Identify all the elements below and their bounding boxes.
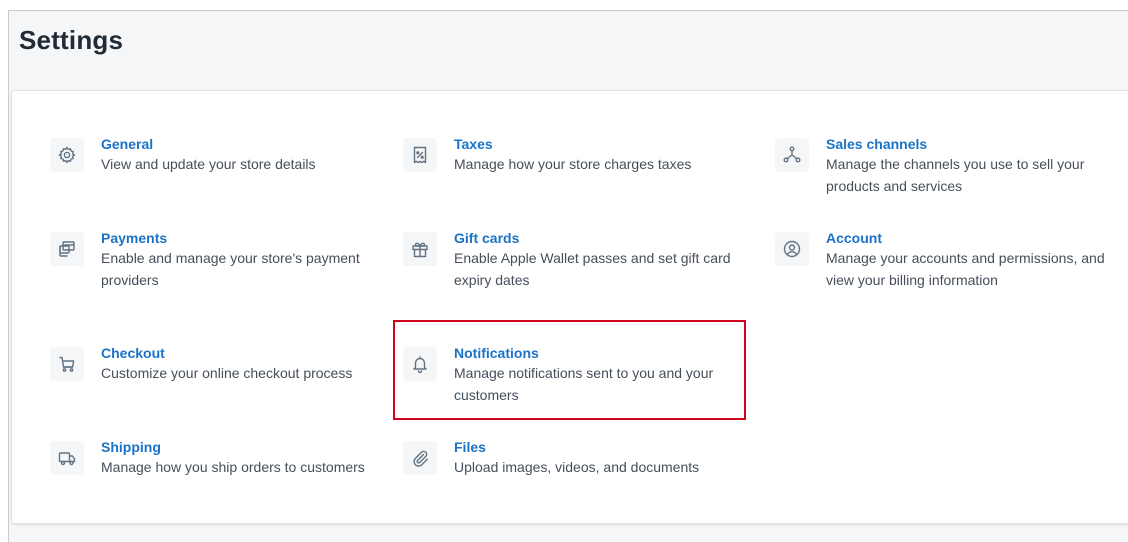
page-title: Settings — [19, 25, 124, 55]
setting-checkout[interactable]: Checkout Customize your online checkout … — [50, 345, 380, 384]
receipt-percent-icon — [403, 138, 437, 172]
setting-title[interactable]: Files — [454, 438, 733, 456]
setting-description: Manage notifications sent to you and you… — [454, 365, 714, 403]
setting-description: Customize your online checkout process — [101, 365, 353, 381]
setting-title[interactable]: Payments — [101, 229, 380, 247]
setting-shipping[interactable]: Shipping Manage how you ship orders to c… — [50, 439, 380, 478]
network-nodes-icon — [775, 138, 809, 172]
setting-description: Manage your accounts and permissions, an… — [826, 250, 1105, 288]
bell-icon — [403, 347, 437, 381]
setting-description: Upload images, videos, and documents — [454, 459, 700, 475]
setting-description: Enable Apple Wallet passes and set gift … — [454, 250, 731, 288]
truck-icon — [50, 441, 84, 475]
setting-title[interactable]: Shipping — [101, 438, 380, 456]
setting-general[interactable]: General View and update your store detai… — [50, 136, 380, 175]
setting-files[interactable]: Files Upload images, videos, and documen… — [403, 439, 733, 478]
setting-title[interactable]: Taxes — [454, 135, 733, 153]
setting-sales-channels[interactable]: Sales channels Manage the channels you u… — [775, 136, 1105, 197]
setting-title[interactable]: Notifications — [454, 344, 733, 362]
setting-title[interactable]: Gift cards — [454, 229, 733, 247]
setting-description: Manage how your store charges taxes — [454, 156, 692, 172]
setting-gift-cards[interactable]: Gift cards Enable Apple Wallet passes an… — [403, 230, 733, 291]
setting-title[interactable]: General — [101, 135, 380, 153]
gift-icon — [403, 232, 437, 266]
setting-title[interactable]: Account — [826, 229, 1105, 247]
setting-title[interactable]: Sales channels — [826, 135, 1105, 153]
setting-title[interactable]: Checkout — [101, 344, 380, 362]
setting-description: Manage the channels you use to sell your… — [826, 156, 1085, 194]
setting-payments[interactable]: Payments Enable and manage your store's … — [50, 230, 380, 291]
user-circle-icon — [775, 232, 809, 266]
credit-card-stack-icon — [50, 232, 84, 266]
setting-description: Manage how you ship orders to customers — [101, 459, 365, 475]
setting-description: Enable and manage your store's payment p… — [101, 250, 360, 288]
paperclip-icon — [403, 441, 437, 475]
cart-icon — [50, 347, 84, 381]
setting-notifications[interactable]: Notifications Manage notifications sent … — [403, 345, 733, 406]
setting-taxes[interactable]: Taxes Manage how your store charges taxe… — [403, 136, 733, 175]
setting-account[interactable]: Account Manage your accounts and permiss… — [775, 230, 1105, 291]
setting-description: View and update your store details — [101, 156, 316, 172]
gear-icon — [50, 138, 84, 172]
